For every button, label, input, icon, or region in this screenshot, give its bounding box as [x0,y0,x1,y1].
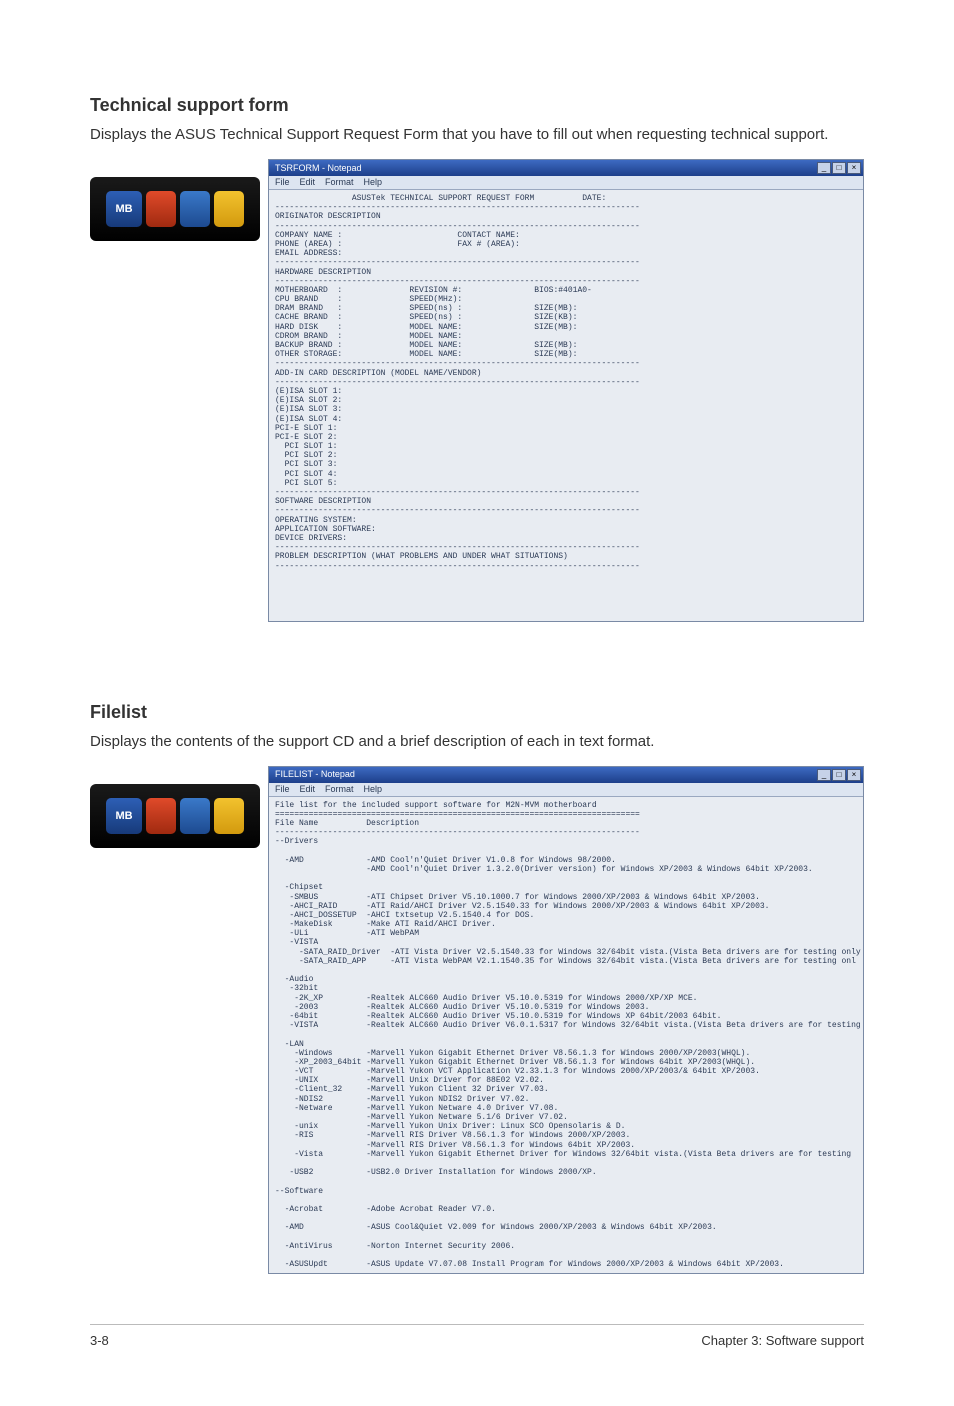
support-form-screenshot-row: MB TSRFORM - Notepad _ □ × File Edit For… [90,159,864,622]
filelist-title: Filelist [90,702,864,723]
notepad-menubar-2: File Edit Format Help [269,783,863,797]
notepad-body-tsrform: ASUSTek TECHNICAL SUPPORT REQUEST FORM D… [269,190,863,621]
logo-chip-mb: MB [106,191,142,227]
dvd-logo-2: MB [90,784,260,848]
menu-edit[interactable]: Edit [300,177,316,187]
minimize-button[interactable]: _ [817,162,831,174]
menu-file[interactable]: File [275,177,290,187]
logo-chip-red-2 [146,798,176,834]
logo-chip-yellow-2 [214,798,244,834]
chapter-label: Chapter 3: Software support [701,1333,864,1348]
window-controls-2: _ □ × [817,769,861,781]
menu-edit-2[interactable]: Edit [300,784,316,794]
logo-chip-blue [180,191,210,227]
notepad-window-tsrform: TSRFORM - Notepad _ □ × File Edit Format… [268,159,864,622]
notepad-title-2: FILELIST - Notepad [275,769,355,779]
filelist-desc: Displays the contents of the support CD … [90,731,864,752]
logo-chip-mb-2: MB [106,798,142,834]
logo-chip-yellow [214,191,244,227]
menu-help-2[interactable]: Help [364,784,383,794]
dvd-logo: MB [90,177,260,241]
notepad-titlebar-2: FILELIST - Notepad _ □ × [269,767,863,783]
window-controls: _ □ × [817,162,861,174]
notepad-body-filelist: File list for the included support softw… [269,797,863,1274]
maximize-button[interactable]: □ [832,162,846,174]
notepad-window-filelist: FILELIST - Notepad _ □ × File Edit Forma… [268,766,864,1275]
menu-help[interactable]: Help [364,177,383,187]
support-form-title: Technical support form [90,95,864,116]
close-button-2[interactable]: × [847,769,861,781]
notepad-menubar: File Edit Format Help [269,176,863,190]
support-form-desc: Displays the ASUS Technical Support Requ… [90,124,864,145]
logo-chip-blue-2 [180,798,210,834]
minimize-button-2[interactable]: _ [817,769,831,781]
menu-format-2[interactable]: Format [325,784,354,794]
menu-format[interactable]: Format [325,177,354,187]
notepad-title: TSRFORM - Notepad [275,163,362,173]
notepad-titlebar: TSRFORM - Notepad _ □ × [269,160,863,176]
page-number: 3-8 [90,1333,109,1348]
filelist-screenshot-row: MB FILELIST - Notepad _ □ × File Edit Fo… [90,766,864,1275]
close-button[interactable]: × [847,162,861,174]
logo-chip-red [146,191,176,227]
menu-file-2[interactable]: File [275,784,290,794]
maximize-button-2[interactable]: □ [832,769,846,781]
page-footer: 3-8 Chapter 3: Software support [90,1324,864,1348]
